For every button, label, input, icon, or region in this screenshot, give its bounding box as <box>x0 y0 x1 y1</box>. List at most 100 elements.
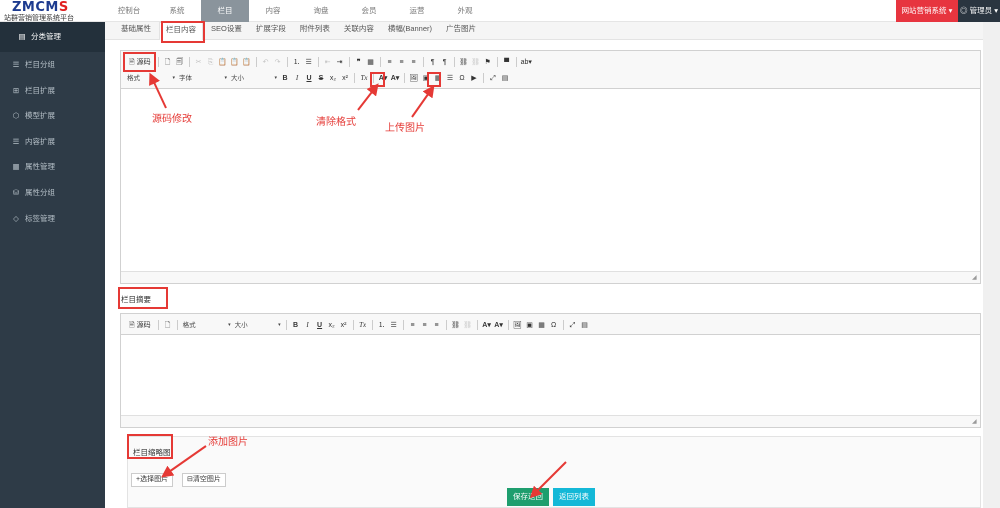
sidebar-item[interactable]: ⊞ 栏目扩展 <box>0 78 105 104</box>
top-nav-item[interactable]: 会员 <box>345 0 393 22</box>
show-blocks-icon[interactable]: ▤ <box>500 73 510 84</box>
div-container-icon[interactable]: ▦ <box>366 57 376 68</box>
top-nav-item[interactable]: 系统 <box>153 0 201 22</box>
summary-table-icon[interactable]: ▦ <box>537 320 547 331</box>
remove-format-icon[interactable]: Tx <box>359 73 369 84</box>
summary-size-select[interactable]: 大小 ▾ <box>233 320 281 331</box>
template-icon[interactable]: 🗐 <box>175 57 185 68</box>
summary-align-center-icon[interactable]: ≡ <box>420 320 430 331</box>
summary-bg-color-icon[interactable]: A▾ <box>494 320 504 331</box>
return-list-button[interactable]: 返回列表 <box>553 488 595 506</box>
top-nav-item[interactable]: 栏目 <box>201 0 249 22</box>
tab[interactable]: SEO设置 <box>205 22 248 40</box>
summary-source-button[interactable]: 🗎 源码 <box>126 320 154 331</box>
summary-preview-icon[interactable]: 🗋 <box>163 320 173 331</box>
tab[interactable]: 附件列表 <box>294 22 336 40</box>
ltr-icon[interactable]: ¶ <box>428 57 438 68</box>
tab[interactable]: 基础属性 <box>115 22 157 40</box>
image-icon[interactable]: 🖼 <box>409 73 419 84</box>
summary-subscript-icon[interactable]: x₂ <box>327 320 337 331</box>
summary-flash-icon[interactable]: ▣ <box>525 320 535 331</box>
unlink-icon[interactable]: ⛓ <box>471 57 481 68</box>
rtl-icon[interactable]: ¶ <box>440 57 450 68</box>
numbered-list-icon[interactable]: ⒈ <box>292 57 302 68</box>
summary-remove-format-icon[interactable]: Tx <box>358 320 368 331</box>
summary-align-right-icon[interactable]: ≡ <box>432 320 442 331</box>
page-break-icon[interactable]: ▀ <box>502 57 512 68</box>
sidebar-item[interactable]: ⬡ 模型扩展 <box>0 103 105 129</box>
sidebar-item[interactable]: ☰ 栏目分组 <box>0 52 105 78</box>
bullet-list-icon[interactable]: ☰ <box>304 57 314 68</box>
summary-show-blocks-icon[interactable]: ▤ <box>580 320 590 331</box>
admin-dropdown[interactable]: ◎ 管理员 ▾ <box>958 0 1000 22</box>
align-left-icon[interactable]: ≡ <box>385 57 395 68</box>
summary-underline-icon[interactable]: U <box>315 320 325 331</box>
summary-maximize-icon[interactable]: ⤢ <box>568 320 578 331</box>
underline-icon[interactable]: U <box>304 73 314 84</box>
sidebar-item[interactable]: ▤ 分类管理 <box>0 22 105 52</box>
superscript-icon[interactable]: x² <box>340 73 350 84</box>
link-icon[interactable]: ⛓ <box>459 57 469 68</box>
maximize-icon[interactable]: ⤢ <box>488 73 498 84</box>
summary-special-char-icon[interactable]: Ω <box>549 320 559 331</box>
summary-editor-area[interactable] <box>121 335 980 427</box>
bold-icon[interactable]: B <box>280 73 290 84</box>
italic-icon[interactable]: I <box>292 73 302 84</box>
clear-image-button[interactable]: ⊟清空图片 <box>182 473 226 487</box>
redo-icon[interactable]: ↷ <box>273 57 283 68</box>
choose-image-button[interactable]: +选择图片 <box>131 473 174 487</box>
tab[interactable]: 横幅(Banner) <box>382 22 438 40</box>
summary-bullet-list-icon[interactable]: ☰ <box>389 320 399 331</box>
size-select[interactable]: 大小 ▾ <box>229 73 277 84</box>
top-nav-item[interactable]: 外观 <box>441 0 489 22</box>
font-select[interactable]: 字体 ▾ <box>177 73 227 84</box>
summary-resize-handle-icon[interactable]: ◢ <box>972 419 978 425</box>
blockquote-icon[interactable]: ❞ <box>354 57 364 68</box>
summary-italic-icon[interactable]: I <box>303 320 313 331</box>
preview-icon[interactable]: 🗋 <box>163 57 173 68</box>
bg-color-icon[interactable]: A▾ <box>390 73 400 84</box>
horizontal-line-icon[interactable]: ☰ <box>445 73 455 84</box>
logo[interactable]: ZMCMS 站群营销管理系统平台 <box>0 0 105 22</box>
summary-bold-icon[interactable]: B <box>291 320 301 331</box>
indent-icon[interactable]: ⇥ <box>335 57 345 68</box>
summary-unlink-icon[interactable]: ⛓ <box>463 320 473 331</box>
copy-icon[interactable]: ⎘ <box>206 57 216 68</box>
save-return-button[interactable]: 保存返回 <box>507 488 549 506</box>
summary-numbered-list-icon[interactable]: ⒈ <box>377 320 387 331</box>
sidebar-item[interactable]: ◇ 标签管理 <box>0 206 105 232</box>
strikethrough-icon[interactable]: S <box>316 73 326 84</box>
special-char-icon[interactable]: Ω <box>457 73 467 84</box>
paste-word-icon[interactable]: 📋 <box>242 57 252 68</box>
site-system-dropdown[interactable]: 网站营销系统 ▾ <box>896 0 958 22</box>
paste-icon[interactable]: 📋 <box>218 57 228 68</box>
anchor-icon[interactable]: ⚑ <box>483 57 493 68</box>
undo-icon[interactable]: ↶ <box>261 57 271 68</box>
align-right-icon[interactable]: ≡ <box>409 57 419 68</box>
sidebar-item[interactable]: ⛁ 属性分组 <box>0 180 105 206</box>
summary-image-icon[interactable]: 🖼 <box>513 320 523 331</box>
top-nav-item[interactable]: 控制台 <box>105 0 153 22</box>
top-nav-item[interactable]: 运营 <box>393 0 441 22</box>
tab[interactable]: 扩展字段 <box>250 22 292 40</box>
summary-text-color-icon[interactable]: A▾ <box>482 320 492 331</box>
tab[interactable]: 关联内容 <box>338 22 380 40</box>
cut-icon[interactable]: ✂ <box>194 57 204 68</box>
format-select[interactable]: 格式 ▾ <box>125 73 175 84</box>
spellcheck-icon[interactable]: ab▾ <box>521 57 532 68</box>
subscript-icon[interactable]: x₂ <box>328 73 338 84</box>
page-scrollbar[interactable] <box>983 22 1000 508</box>
align-center-icon[interactable]: ≡ <box>397 57 407 68</box>
summary-superscript-icon[interactable]: x² <box>339 320 349 331</box>
summary-link-icon[interactable]: ⛓ <box>451 320 461 331</box>
content-editor-area[interactable] <box>121 89 980 283</box>
resize-handle-icon[interactable]: ◢ <box>972 275 978 281</box>
paste-text-icon[interactable]: 📋 <box>230 57 240 68</box>
top-nav-item[interactable]: 内容 <box>249 0 297 22</box>
top-nav-item[interactable]: 询盘 <box>297 0 345 22</box>
tab[interactable]: 广告图片 <box>440 22 482 40</box>
outdent-icon[interactable]: ⇤ <box>323 57 333 68</box>
sidebar-item[interactable]: ☰ 内容扩展 <box>0 129 105 155</box>
sidebar-item[interactable]: ▦ 属性管理 <box>0 154 105 180</box>
summary-align-left-icon[interactable]: ≡ <box>408 320 418 331</box>
